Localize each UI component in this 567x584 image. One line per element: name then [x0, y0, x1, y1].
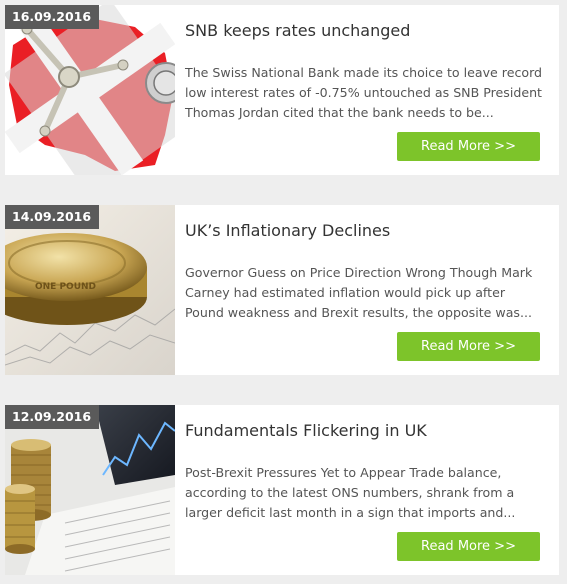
news-card: ONE POUND 14.09.2016 UK’s Inflationary D… — [5, 205, 559, 375]
read-more-button[interactable]: Read More >> — [397, 132, 540, 161]
coin-stack-chart-image[interactable]: 12.09.2016 — [5, 405, 175, 575]
news-card: 16.09.2016 SNB keeps rates unchanged The… — [5, 5, 559, 175]
article-title[interactable]: SNB keeps rates unchanged — [185, 21, 545, 40]
date-badge: 16.09.2016 — [5, 5, 100, 29]
article-excerpt: Governor Guess on Price Direction Wrong … — [185, 265, 533, 320]
read-more-button[interactable]: Read More >> — [397, 532, 540, 561]
svg-text:ONE POUND: ONE POUND — [35, 282, 96, 292]
swiss-flag-safe-image[interactable]: 16.09.2016 — [5, 5, 175, 175]
article-title[interactable]: Fundamentals Flickering in UK — [185, 421, 545, 440]
pound-coin-image[interactable]: ONE POUND 14.09.2016 — [5, 205, 175, 375]
article-title[interactable]: UK’s Inflationary Declines — [185, 221, 545, 240]
article-excerpt: The Swiss National Bank made its choice … — [185, 65, 543, 120]
read-more-button[interactable]: Read More >> — [397, 332, 540, 361]
date-badge: 14.09.2016 — [5, 205, 100, 229]
article-excerpt: Post-Brexit Pressures Yet to Appear Trad… — [185, 465, 516, 520]
news-card: 12.09.2016 Fundamentals Flickering in UK… — [5, 405, 559, 575]
date-badge: 12.09.2016 — [5, 405, 100, 429]
